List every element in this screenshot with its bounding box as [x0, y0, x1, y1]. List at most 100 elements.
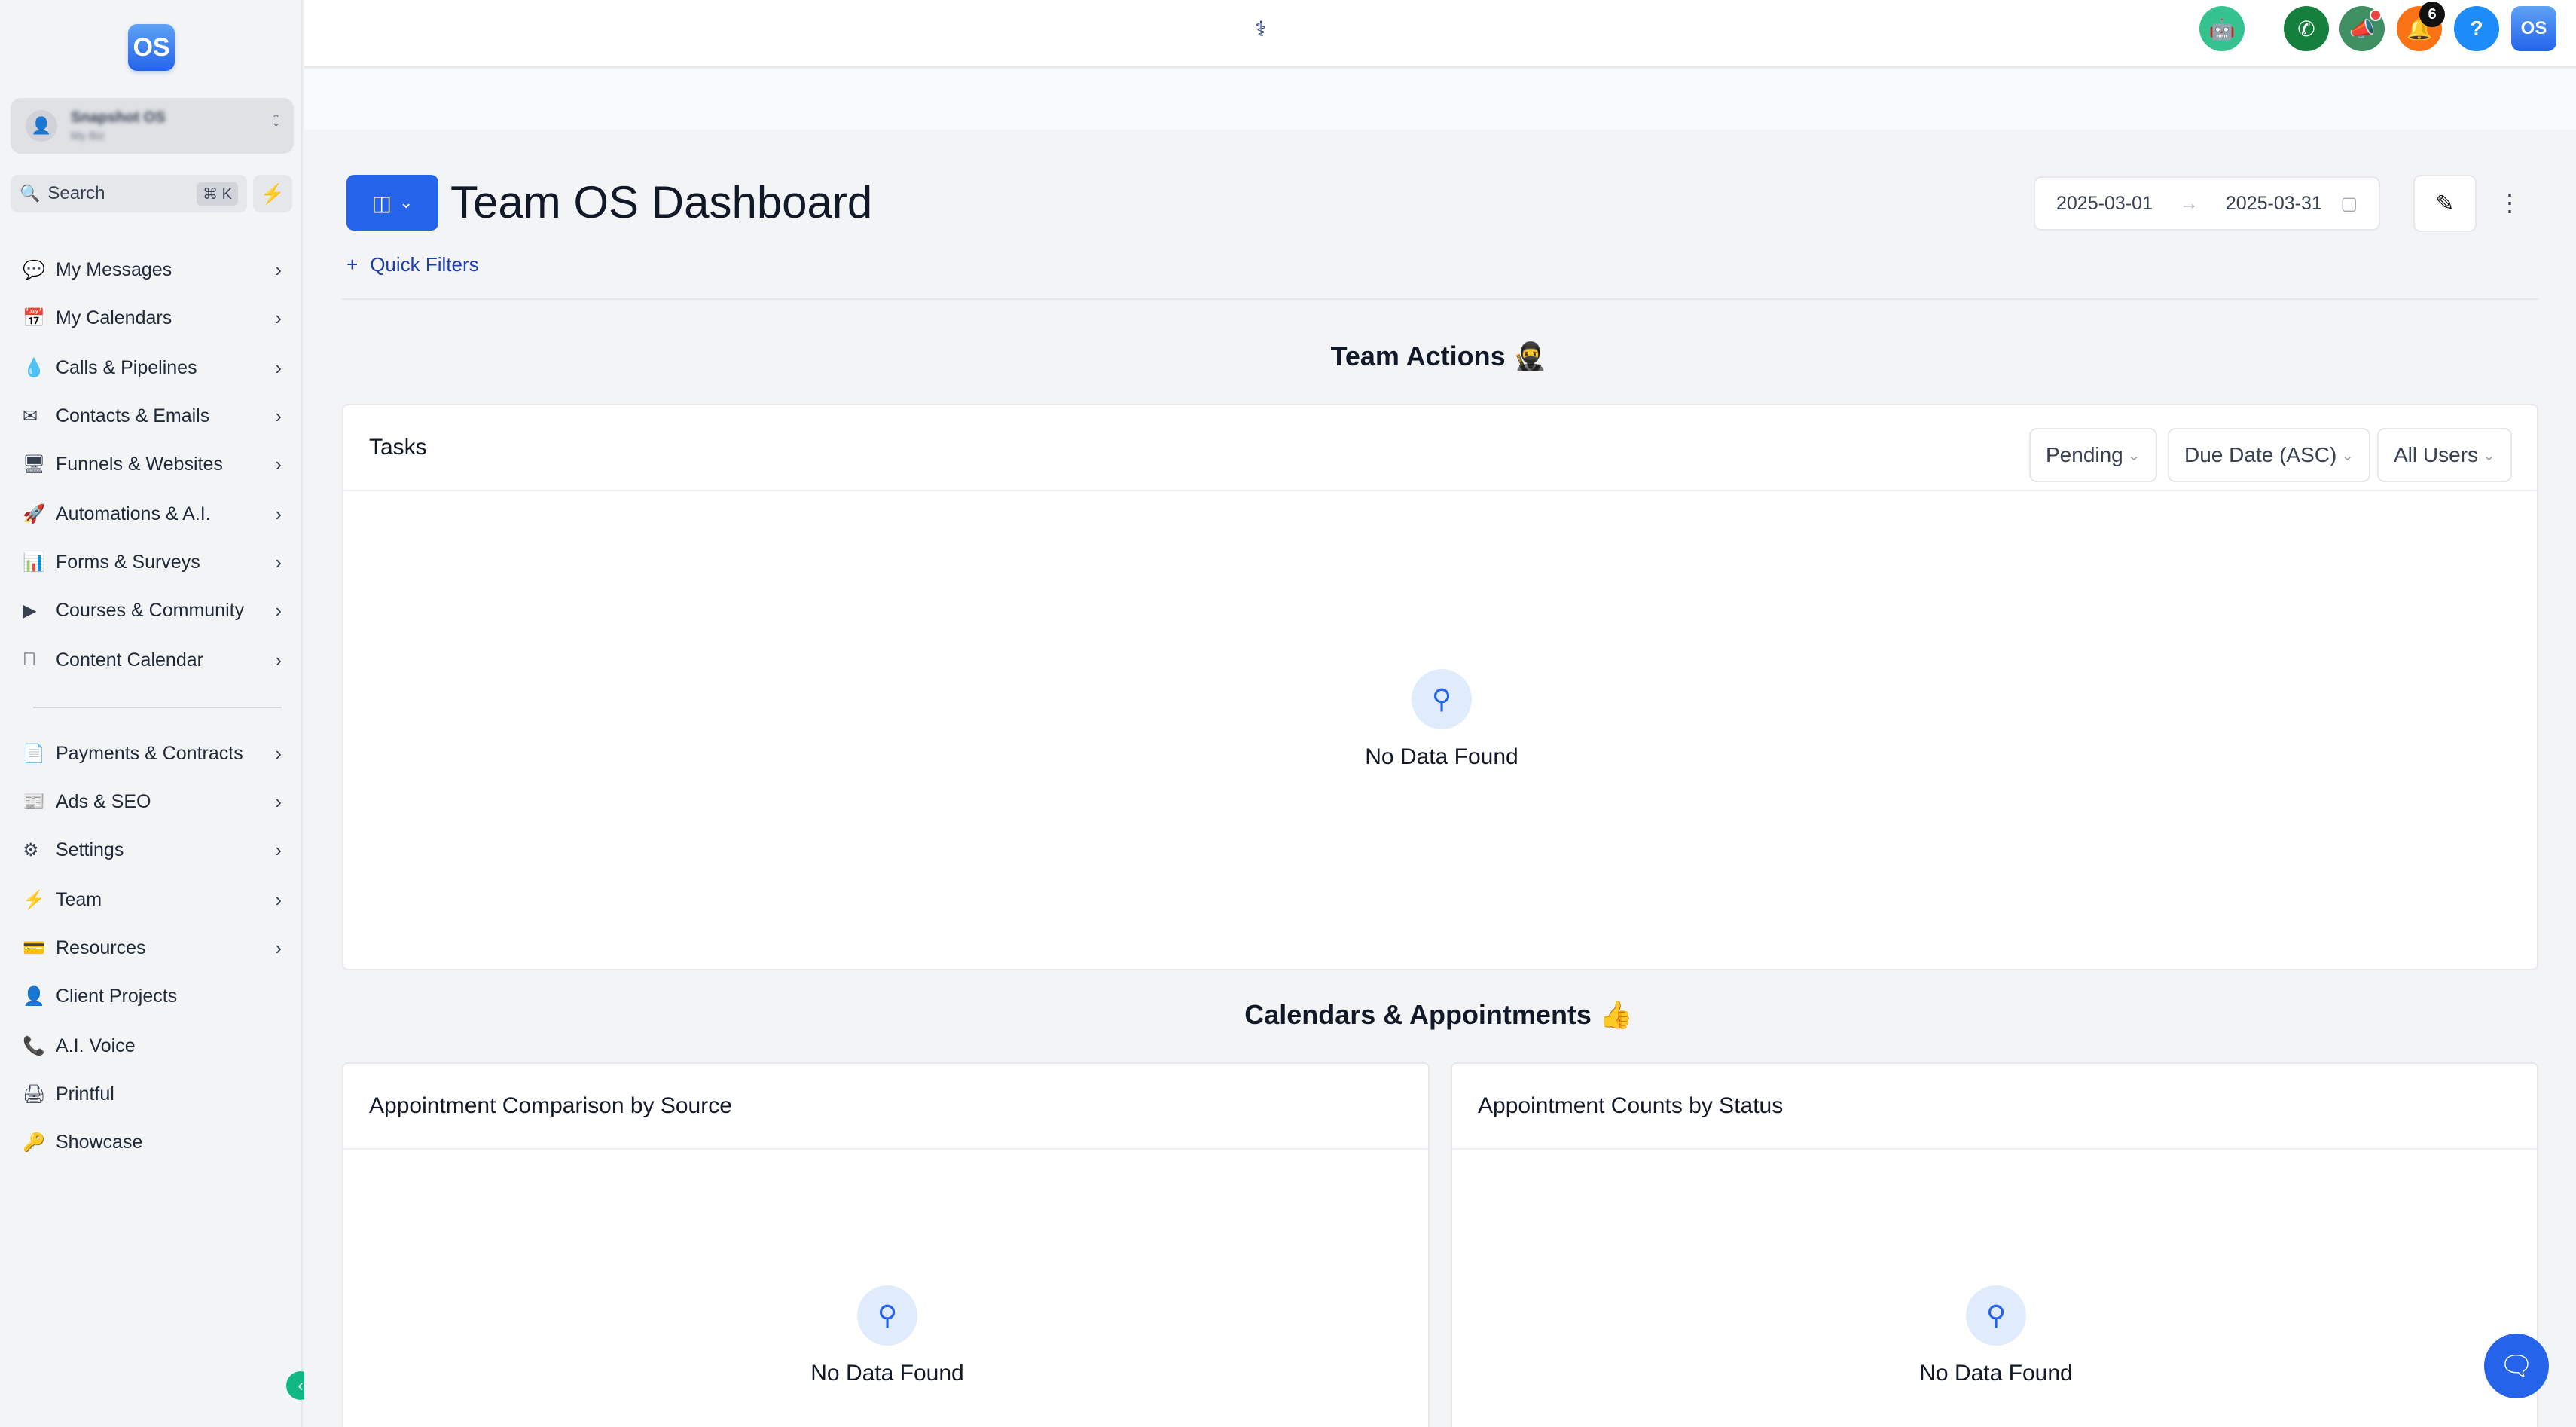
sidebar-item-funnels-websites[interactable]: 🖥 Funnels & Websites ›: [0, 442, 303, 487]
date-range-picker[interactable]: 2025-03-01 → 2025-03-31 ▢: [2034, 176, 2380, 231]
funnel-drop-icon: 💧: [23, 357, 45, 378]
sidebar-item-printful[interactable]: 🖨 Printful: [0, 1071, 303, 1117]
sidebar-item-label: Showcase: [56, 1131, 143, 1153]
plus-icon: +: [346, 253, 359, 276]
card-title: Appointment Comparison by Source: [369, 1093, 732, 1118]
sidebar-item-label: My Messages: [56, 258, 172, 280]
sidebar-item-label: Client Projects: [56, 985, 178, 1007]
chevron-right-icon: ›: [275, 502, 282, 525]
sidebar-item-my-messages[interactable]: 💬 My Messages ›: [0, 247, 303, 292]
select-value: Pending: [2046, 443, 2123, 466]
sidebar-item-settings[interactable]: ⚙ Settings ›: [0, 827, 303, 872]
chevron-updown-icon: ˆˇ: [273, 113, 279, 139]
brand-logo[interactable]: OS: [128, 24, 175, 71]
empty-state: ⚲ No Data Found: [774, 1285, 1000, 1386]
sidebar-item-calls-pipelines[interactable]: 💧 Calls & Pipelines ›: [0, 345, 303, 390]
announcements-button[interactable]: 📣: [2339, 6, 2385, 51]
date-start[interactable]: 2025-03-01: [2056, 193, 2153, 215]
chevron-right-icon: ›: [275, 838, 282, 861]
chevron-right-icon: ›: [275, 404, 282, 427]
envelope-icon: ✉: [23, 405, 38, 426]
top-bar: ⚕ 🤖 ✆ 📣 🔔 6 ? OS: [304, 0, 2576, 68]
user-icon: 👤: [23, 985, 45, 1007]
chevron-left-icon: ‹: [298, 1376, 304, 1395]
more-options-icon[interactable]: ⋮: [2498, 188, 2522, 218]
apple-icon: : [23, 649, 48, 671]
sidebar-item-my-calendars[interactable]: 📅 My Calendars ›: [0, 295, 303, 341]
sidebar-item-content-calendar[interactable]:  Content Calendar ›: [0, 637, 303, 683]
search-input[interactable]: 🔍 Search ⌘ K: [11, 175, 247, 212]
messages-icon: 💬: [23, 259, 45, 280]
sidebar-item-showcase[interactable]: 🔑 Showcase: [0, 1120, 303, 1165]
sidebar-item-label: My Calendars: [56, 307, 172, 328]
sidebar-item-label: Forms & Surveys: [56, 551, 200, 573]
help-button[interactable]: ?: [2454, 6, 2499, 51]
sidebar-item-label: Contacts & Emails: [56, 405, 210, 426]
card-title: Tasks: [369, 435, 427, 460]
avatar-text: OS: [2520, 18, 2547, 38]
empty-text: No Data Found: [1919, 1361, 2073, 1386]
ai-bot-button[interactable]: 🤖: [2199, 6, 2245, 51]
notifications-button[interactable]: 🔔 6: [2397, 2, 2445, 51]
account-switcher[interactable]: 👤 Snapshot OS My Biz ˆˇ: [11, 98, 294, 154]
tasks-card: Tasks Pending ⌄ Due Date (ASC) ⌄ All Users…: [342, 404, 2538, 970]
card-header: Appointment Counts by Status: [1452, 1064, 2537, 1150]
search-icon: 🔍: [20, 184, 41, 203]
sidebar-item-forms-surveys[interactable]: 📊 Forms & Surveys ›: [0, 539, 303, 585]
sidebar-item-resources[interactable]: 💳 Resources ›: [0, 925, 303, 970]
user-avatar[interactable]: OS: [2511, 6, 2556, 51]
dashboard-switcher-button[interactable]: ◫ ⌄: [346, 175, 438, 231]
sidebar-item-label: Funnels & Websites: [56, 453, 223, 475]
sidebar-item-ads-seo[interactable]: 📰 Ads & SEO ›: [0, 779, 303, 824]
search-label: Search: [47, 183, 105, 203]
sidebar-item-label: Resources: [56, 937, 146, 958]
sidebar-item-label: Printful: [56, 1083, 114, 1105]
sort-select[interactable]: Due Date (ASC) ⌄: [2168, 428, 2371, 482]
header-divider: [342, 298, 2538, 300]
select-value: Due Date (ASC): [2184, 443, 2337, 466]
sidebar-item-contacts-emails[interactable]: ✉ Contacts & Emails ›: [0, 393, 303, 438]
card-icon: 💳: [23, 937, 45, 958]
user-icon: 👤: [26, 110, 57, 142]
sidebar-item-team[interactable]: ⚡ Team ›: [0, 877, 303, 922]
quick-filters-button[interactable]: + Quick Filters: [346, 253, 479, 277]
sidebar-divider: [33, 707, 282, 708]
sidebar-item-label: Content Calendar: [56, 649, 203, 671]
chevron-down-icon: ⌄: [2341, 447, 2355, 464]
empty-text: No Data Found: [1365, 744, 1518, 769]
status-filter-select[interactable]: Pending ⌄: [2029, 428, 2157, 482]
chat-widget-button[interactable]: 🗨: [2484, 1334, 2549, 1398]
sidebar-item-payments-contracts[interactable]: 📄 Payments & Contracts ›: [0, 731, 303, 776]
sidebar-item-ai-voice[interactable]: 📞 A.I. Voice: [0, 1023, 303, 1068]
user-filter-select[interactable]: All Users ⌄: [2377, 428, 2512, 482]
chevron-down-icon: ⌄: [2483, 447, 2495, 464]
gear-icon: ⚙: [23, 839, 39, 860]
megaphone-icon: 📣: [2349, 17, 2376, 41]
sidebar-item-label: Team: [56, 888, 102, 910]
rocket-icon: 🚀: [23, 503, 45, 524]
phone-button[interactable]: ✆: [2284, 6, 2329, 51]
help-icon: ?: [2470, 17, 2483, 40]
section-title-team-actions: Team Actions 🥷: [1330, 341, 1547, 371]
printer-icon: 🖨: [23, 1083, 46, 1105]
section-title-calendars: Calendars & Appointments 👍: [1244, 999, 1633, 1030]
chat-icon: 🗨: [2499, 1350, 2534, 1381]
sidebar: OS 👤 Snapshot OS My Biz ˆˇ 🔍 Search ⌘ K …: [0, 0, 315, 1427]
search-shortcut: ⌘ K: [197, 182, 238, 206]
sidebar-item-client-projects[interactable]: 👤 Client Projects: [0, 973, 303, 1019]
chevron-down-icon: ⌄: [399, 193, 414, 212]
date-end[interactable]: 2025-03-31: [2226, 193, 2322, 215]
select-value: All Users: [2394, 443, 2479, 466]
chevron-right-icon: ›: [275, 258, 282, 281]
empty-state: ⚲ No Data Found: [1883, 1285, 2109, 1386]
quick-action-button[interactable]: ⚡: [253, 175, 292, 212]
sidebar-item-label: Payments & Contracts: [56, 742, 243, 764]
chevron-right-icon: ›: [275, 550, 282, 573]
sidebar-item-automations[interactable]: 🚀 Automations & A.I. ›: [0, 491, 303, 536]
edit-dashboard-button[interactable]: ✎: [2413, 175, 2477, 232]
company-logo-icon: ⚕: [1255, 17, 1267, 41]
account-sub: My Biz: [71, 130, 105, 142]
sidebar-item-courses-community[interactable]: ▶ Courses & Community ›: [0, 588, 303, 633]
pencil-icon: ✎: [2435, 191, 2455, 216]
search-icon: ⚲: [1412, 669, 1472, 729]
